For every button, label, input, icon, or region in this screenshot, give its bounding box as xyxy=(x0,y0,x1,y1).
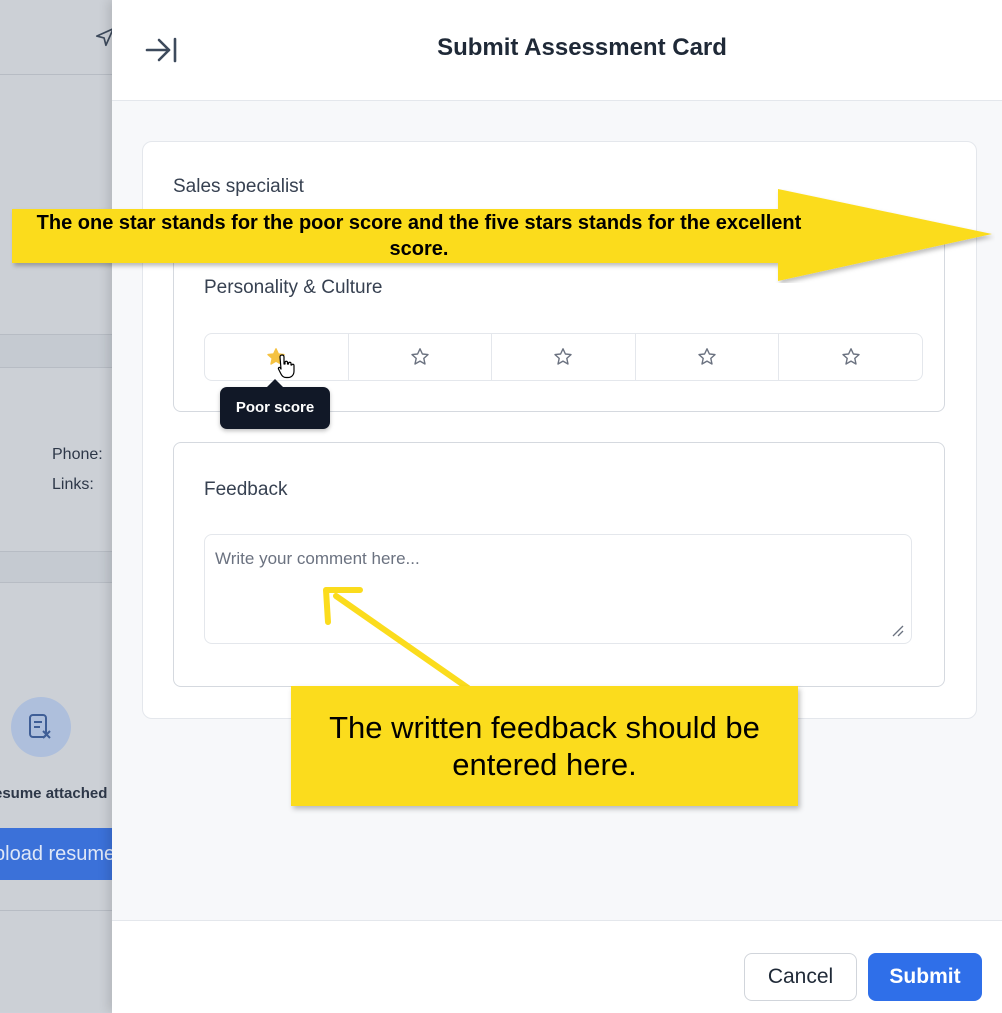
cancel-button[interactable]: Cancel xyxy=(744,953,857,1001)
feedback-callout-text: The written feedback should be entered h… xyxy=(329,710,760,782)
rating-callout-text: The one star stands for the poor score a… xyxy=(36,212,802,260)
divider xyxy=(0,582,112,583)
submit-button[interactable]: Submit xyxy=(868,953,982,1001)
rating-star-3[interactable] xyxy=(492,334,636,380)
star-icon xyxy=(698,348,716,365)
rating-star-5[interactable] xyxy=(779,334,922,380)
section-band xyxy=(0,335,112,367)
divider xyxy=(0,74,112,75)
rating-star-4[interactable] xyxy=(636,334,780,380)
section-band xyxy=(0,552,112,582)
rating-star-1[interactable] xyxy=(205,334,349,380)
resume-remove-icon xyxy=(29,714,51,739)
divider xyxy=(0,910,112,911)
star-icon xyxy=(411,348,429,365)
phone-label: Phone: xyxy=(52,446,103,463)
resume-status-text: esume attached xyxy=(0,785,108,802)
assessment-drawer: Submit Assessment Card Sales specialist … xyxy=(112,0,1002,1013)
resize-handle-icon[interactable] xyxy=(890,623,904,637)
rating-star-2[interactable] xyxy=(349,334,493,380)
feedback-section: Feedback xyxy=(173,442,945,687)
drawer-header: Submit Assessment Card xyxy=(112,0,1002,101)
feedback-label: Feedback xyxy=(204,479,288,500)
upload-resume-button[interactable]: pload resume xyxy=(0,828,112,880)
send-icon xyxy=(95,28,112,47)
resume-badge xyxy=(11,697,71,757)
star-rating xyxy=(204,333,923,381)
divider xyxy=(0,367,112,368)
drawer-title: Submit Assessment Card xyxy=(437,34,727,61)
star-icon xyxy=(841,348,860,365)
star-icon xyxy=(554,348,573,365)
rating-tooltip: Poor score xyxy=(220,379,330,429)
drawer-footer: Cancel Submit xyxy=(112,920,1002,1013)
feedback-callout: The written feedback should be entered h… xyxy=(291,686,798,806)
hand-cursor-icon xyxy=(277,354,295,379)
background-page: Phone: Links: esume attached pload resum… xyxy=(0,0,112,1012)
links-label: Links: xyxy=(52,476,94,493)
feedback-callout-arrow xyxy=(323,587,471,691)
